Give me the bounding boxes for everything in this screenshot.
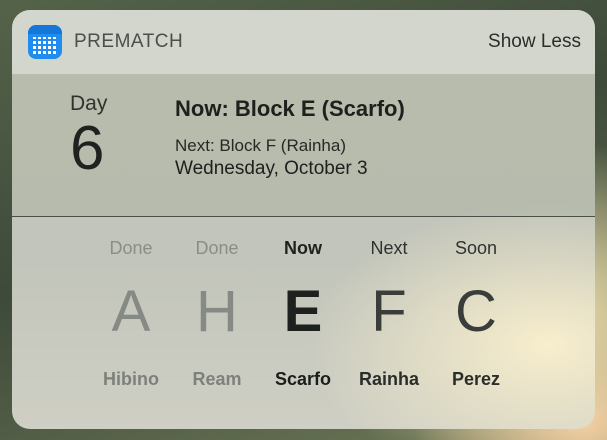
block-letter: A: [111, 279, 151, 344]
block-teacher: Scarfo: [274, 369, 332, 389]
block-letter: F: [371, 279, 407, 344]
block-letter: H: [196, 279, 238, 344]
block-schedule: Done A Hibino Done H Ream Now E Scarfo N…: [0, 0, 607, 440]
block-status: Done: [195, 238, 239, 258]
block-status: Done: [109, 238, 153, 258]
block-teacher: Ream: [192, 369, 242, 389]
block-status: Next: [370, 238, 408, 258]
block-teacher: Perez: [451, 369, 501, 389]
block-teacher: Rainha: [358, 369, 419, 389]
block-status: Soon: [454, 238, 498, 258]
block-letter: C: [455, 279, 497, 344]
block-teacher: Hibino: [103, 369, 159, 389]
block-letter: E: [283, 279, 323, 344]
block-status: Now: [284, 238, 322, 258]
